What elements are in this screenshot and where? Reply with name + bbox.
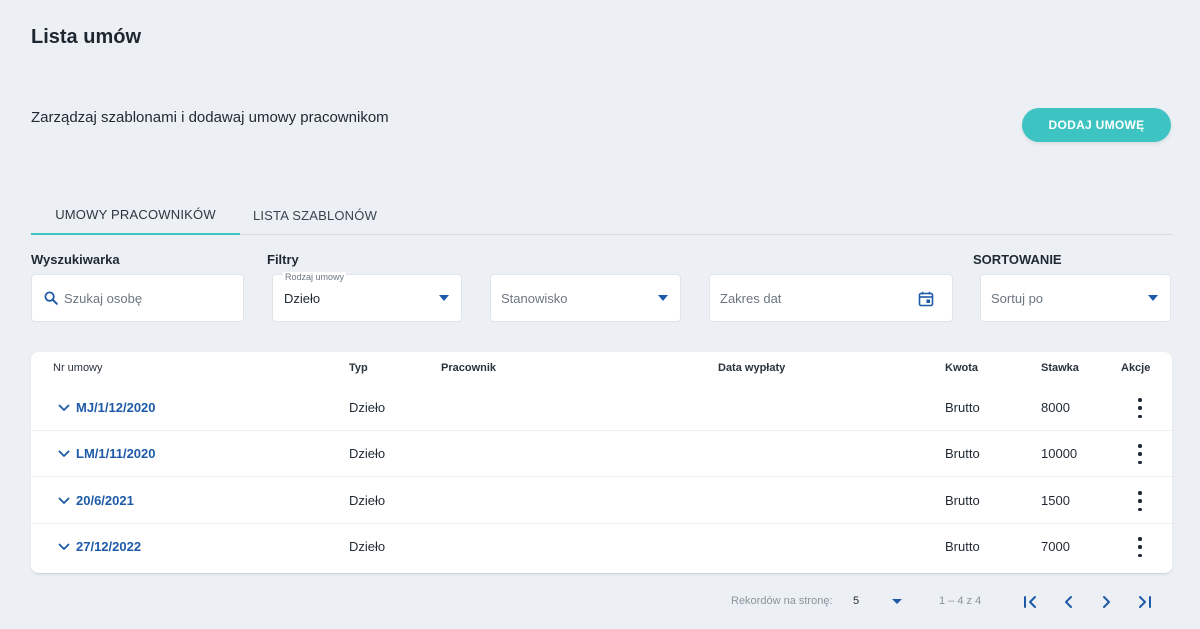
first-page-button[interactable] <box>1021 592 1041 612</box>
caret-down-icon <box>1148 295 1158 301</box>
next-page-icon <box>1103 596 1110 608</box>
column-header-payment-date[interactable]: Data wypłaty <box>718 362 785 374</box>
contract-rate: 7000 <box>1041 539 1070 554</box>
chevron-down-icon[interactable] <box>58 543 70 551</box>
column-header-actions: Akcje <box>1121 362 1151 374</box>
chevron-down-icon[interactable] <box>58 497 70 505</box>
contract-number[interactable]: MJ/1/12/2020 <box>76 400 156 415</box>
caret-down-icon <box>439 295 449 301</box>
search-input[interactable]: Szukaj osobę <box>31 274 244 322</box>
add-contract-button[interactable]: DODAJ UMOWĘ <box>1022 108 1171 142</box>
contract-amount: Brutto <box>945 493 980 508</box>
contract-number-link[interactable]: 20/6/2021 <box>58 493 134 508</box>
contract-number-link[interactable]: LM/1/11/2020 <box>58 446 156 461</box>
tab-employee-contracts[interactable]: UMOWY PRACOWNIKÓW <box>31 196 240 235</box>
kebab-menu-icon[interactable] <box>1137 537 1143 557</box>
chevron-down-icon[interactable] <box>58 450 70 458</box>
tab-template-list[interactable]: LISTA SZABLONÓW <box>240 196 390 235</box>
contract-number[interactable]: LM/1/11/2020 <box>76 446 156 461</box>
contract-type-select[interactable]: Rodzaj umowy Dzieło <box>272 272 462 322</box>
first-page-icon <box>1024 596 1036 608</box>
table-row[interactable]: 20/6/2021 Dzieło Brutto 1500 <box>31 478 1172 524</box>
per-page-value: 5 <box>853 595 860 607</box>
search-label: Wyszukiwarka <box>31 252 120 267</box>
contract-rate: 1500 <box>1041 493 1070 508</box>
contract-type-label: Rodzaj umowy <box>283 272 347 282</box>
contract-type-value: Dzieło <box>284 290 321 306</box>
table-row[interactable]: MJ/1/12/2020 Dzieło Brutto 8000 <box>31 385 1172 431</box>
caret-down-icon <box>658 295 668 301</box>
date-range-placeholder: Zakres dat <box>720 290 782 306</box>
kebab-menu-icon[interactable] <box>1137 444 1143 464</box>
contract-number[interactable]: 20/6/2021 <box>76 493 134 508</box>
sort-label: SORTOWANIE <box>973 252 1062 267</box>
position-select[interactable]: Stanowisko <box>490 274 681 322</box>
sort-select[interactable]: Sortuj po <box>980 274 1171 322</box>
contract-number-link[interactable]: MJ/1/12/2020 <box>58 400 156 415</box>
contract-amount: Brutto <box>945 446 980 461</box>
contract-amount: Brutto <box>945 539 980 554</box>
contract-rate: 8000 <box>1041 400 1070 415</box>
filters-label: Filtry <box>267 252 299 267</box>
contract-number[interactable]: 27/12/2022 <box>76 539 141 554</box>
contract-rate: 10000 <box>1041 446 1078 461</box>
page-subtitle: Zarządzaj szablonami i dodawaj umowy pra… <box>31 109 389 126</box>
page-range: 1 – 4 z 4 <box>939 595 982 607</box>
contract-type: Dzieło <box>349 446 386 461</box>
search-icon <box>44 291 58 305</box>
last-page-icon <box>1139 596 1151 608</box>
contracts-table: Nr umowy Typ Pracownik Data wypłaty Kwot… <box>31 352 1172 574</box>
sort-placeholder: Sortuj po <box>991 290 1044 306</box>
page-title: Lista umów <box>31 26 142 48</box>
contract-type: Dzieło <box>349 400 386 415</box>
column-header-amount[interactable]: Kwota <box>945 362 978 374</box>
chevron-down-icon[interactable] <box>58 404 70 412</box>
tab-bar: UMOWY PRACOWNIKÓW LISTA SZABLONÓW <box>31 196 1173 235</box>
prev-page-icon <box>1065 596 1072 608</box>
column-header-nr[interactable]: Nr umowy <box>53 362 103 374</box>
search-placeholder: Szukaj osobę <box>64 290 143 306</box>
next-page-button[interactable] <box>1096 592 1116 612</box>
column-header-employee[interactable]: Pracownik <box>441 362 496 374</box>
table-row[interactable]: LM/1/11/2020 Dzieło Brutto 10000 <box>31 431 1172 477</box>
contract-type: Dzieło <box>349 493 386 508</box>
per-page-select[interactable]: 5 <box>850 590 910 612</box>
per-page-label: Rekordów na stronę: <box>731 595 833 607</box>
caret-down-icon <box>892 599 902 604</box>
column-header-type[interactable]: Typ <box>349 362 368 374</box>
column-header-rate[interactable]: Stawka <box>1041 362 1079 374</box>
contract-amount: Brutto <box>945 400 980 415</box>
table-row[interactable]: 27/12/2022 Dzieło Brutto 7000 <box>31 524 1172 570</box>
position-placeholder: Stanowisko <box>501 290 568 306</box>
kebab-menu-icon[interactable] <box>1137 398 1143 418</box>
kebab-menu-icon[interactable] <box>1137 491 1143 511</box>
contract-number-link[interactable]: 27/12/2022 <box>58 539 141 554</box>
date-range-input[interactable]: Zakres dat <box>709 274 953 322</box>
prev-page-button[interactable] <box>1059 592 1079 612</box>
last-page-button[interactable] <box>1134 592 1154 612</box>
calendar-icon[interactable] <box>918 291 934 307</box>
contract-type: Dzieło <box>349 539 386 554</box>
